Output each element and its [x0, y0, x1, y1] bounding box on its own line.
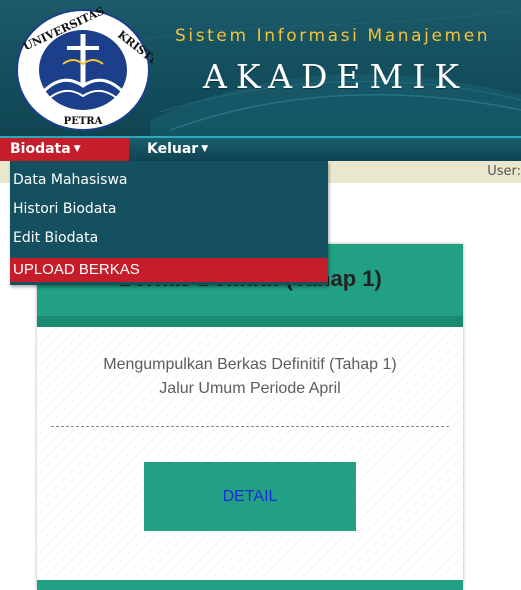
- user-label: User:: [487, 164, 521, 179]
- caret-down-icon: ▼: [201, 144, 209, 154]
- nav-biodata-label: Biodata: [10, 141, 71, 157]
- card-header-band: [37, 316, 463, 327]
- nav-keluar-label: Keluar: [147, 141, 199, 157]
- main-navbar: Biodata ▼ Keluar ▼: [0, 136, 521, 161]
- university-seal-logo: UNIVERSITAS KRISTEN PETRA: [16, 6, 153, 131]
- card-description: Mengumpulkan Berkas Definitif (Tahap 1) …: [47, 353, 453, 401]
- detail-button[interactable]: DETAIL: [144, 462, 356, 531]
- card-footer: [37, 580, 463, 590]
- card-description-line2: Jalur Umum Periode April: [159, 380, 341, 397]
- card-divider: [51, 426, 449, 427]
- biodata-dropdown-menu: Data Mahasiswa Histori Biodata Edit Biod…: [10, 161, 328, 285]
- menu-item-edit-biodata[interactable]: Edit Biodata: [10, 226, 328, 250]
- app-title: AKADEMIK: [203, 57, 469, 96]
- menu-item-histori-biodata[interactable]: Histori Biodata: [10, 197, 328, 221]
- nav-biodata-menu[interactable]: Biodata ▼: [0, 138, 129, 161]
- svg-text:PETRA: PETRA: [64, 116, 103, 127]
- nav-keluar-menu[interactable]: Keluar ▼: [137, 138, 237, 161]
- menu-item-data-mahasiswa[interactable]: Data Mahasiswa: [10, 168, 328, 192]
- app-header: UNIVERSITAS KRISTEN PETRA Sistem Informa…: [0, 0, 521, 136]
- card-body: Mengumpulkan Berkas Definitif (Tahap 1) …: [37, 327, 463, 580]
- card-description-line1: Mengumpulkan Berkas Definitif (Tahap 1): [103, 356, 397, 373]
- menu-item-upload-berkas[interactable]: UPLOAD BERKAS: [10, 258, 328, 282]
- announcement-card: Berkas Definitif (Tahap 1) Mengumpulkan …: [37, 244, 463, 590]
- app-subtitle: Sistem Informasi Manajemen: [175, 26, 491, 46]
- caret-down-icon: ▼: [73, 144, 81, 154]
